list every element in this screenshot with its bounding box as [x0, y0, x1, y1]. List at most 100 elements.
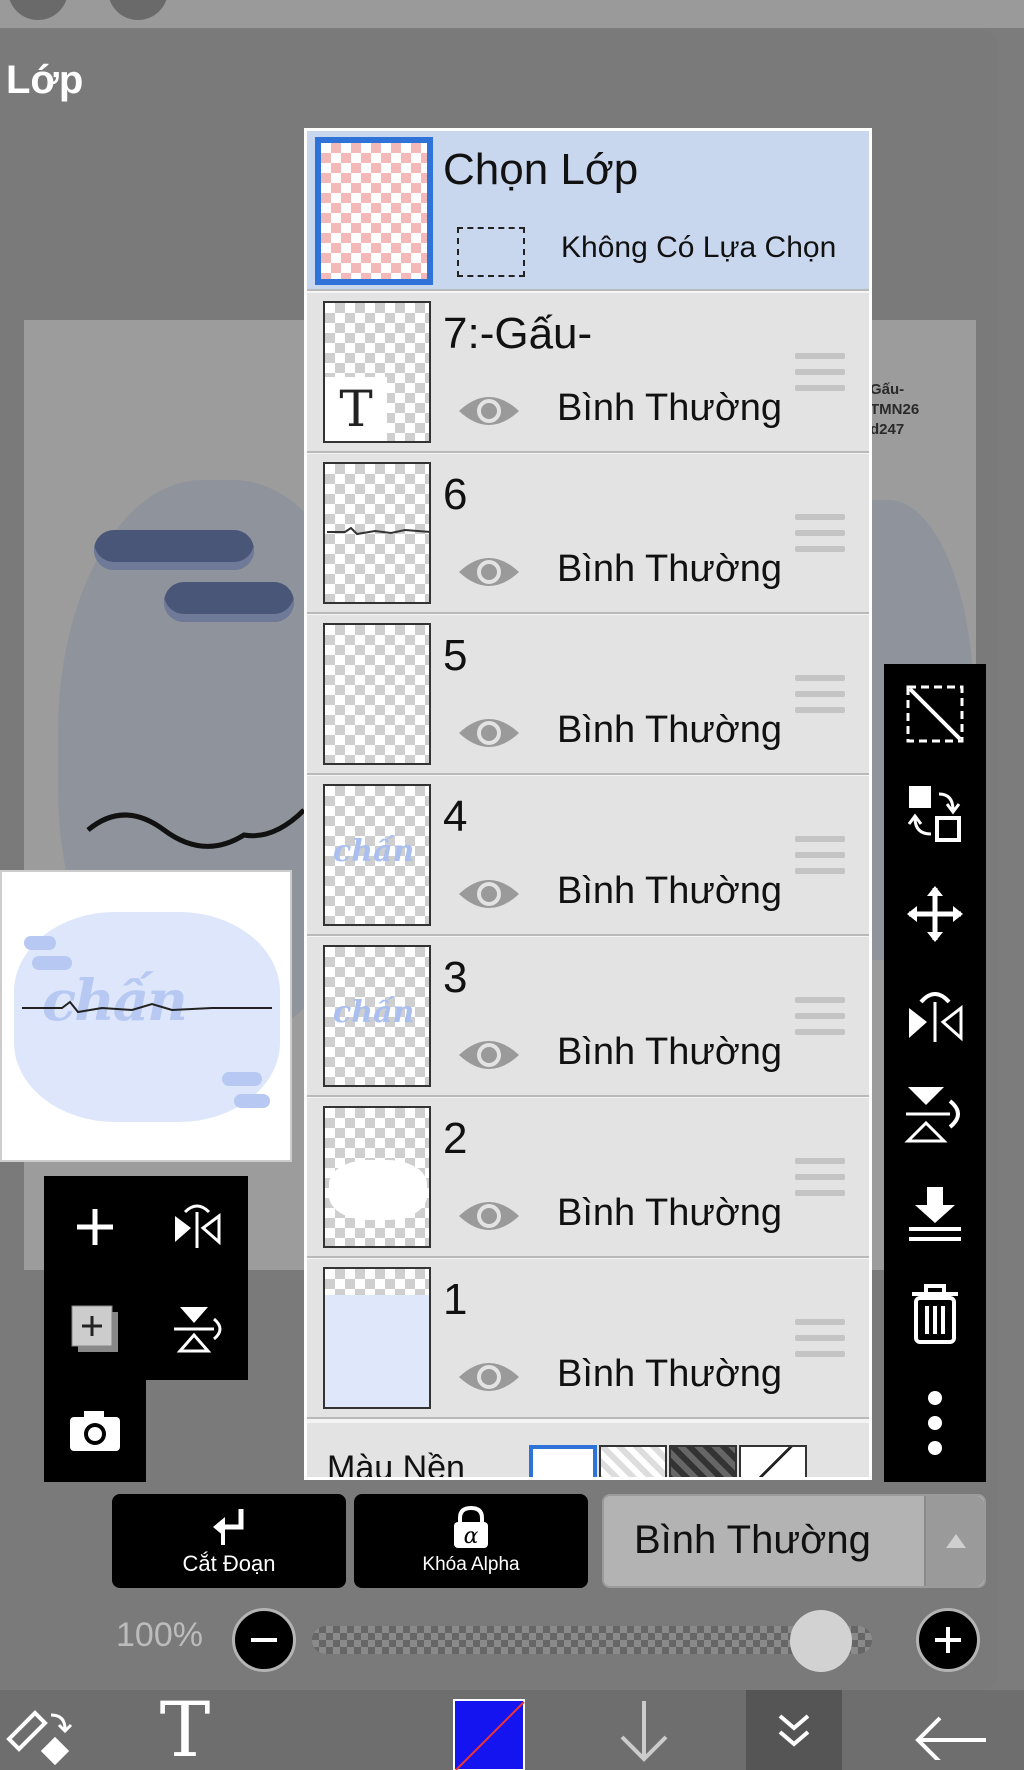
opacity-value: 100%: [116, 1616, 203, 1654]
flip-layer-horizontal-button[interactable]: [884, 964, 986, 1064]
back-button[interactable]: [900, 1690, 1000, 1770]
pen-eraser-button[interactable]: [0, 1690, 80, 1770]
drag-handle-icon[interactable]: [795, 836, 845, 882]
eye-icon[interactable]: [455, 389, 523, 433]
collapse-button[interactable]: [746, 1690, 842, 1770]
layer-thumbnail: [323, 1267, 431, 1409]
top-strip: [0, 0, 1024, 28]
move-button[interactable]: [884, 864, 986, 964]
eye-icon[interactable]: [455, 711, 523, 755]
trash-icon: [912, 1284, 958, 1344]
add-layer-copy-icon: [71, 1305, 118, 1352]
flip-vertical-icon: [904, 1087, 960, 1143]
flip-horizontal-button[interactable]: [146, 1176, 248, 1278]
text-tool-icon: T: [159, 1685, 211, 1770]
swap-icon: [907, 786, 961, 842]
selection-layer-title: Chọn Lớp: [443, 145, 639, 194]
more-options-button[interactable]: [884, 1364, 986, 1482]
swap-layer-button[interactable]: [884, 764, 986, 864]
layer-row[interactable]: chấn 4 Bình Thường: [307, 776, 869, 936]
layer-action-panel: [44, 1176, 248, 1380]
select-all-button[interactable]: [884, 664, 986, 764]
top-button-1[interactable]: [8, 0, 68, 20]
color-swatch-button[interactable]: [452, 1690, 526, 1770]
layer-row[interactable]: 1 Bình Thường: [307, 1259, 869, 1419]
eye-icon[interactable]: [455, 872, 523, 916]
layer-name: 1: [443, 1275, 468, 1324]
panel-title: Lớp: [6, 58, 84, 102]
background-color-row[interactable]: Màu Nền: [307, 1423, 869, 1477]
eye-icon[interactable]: [455, 1194, 523, 1238]
blend-mode-select[interactable]: Bình Thường: [602, 1494, 986, 1588]
blend-mode-dropdown[interactable]: [924, 1496, 984, 1586]
minus-icon: [251, 1638, 277, 1642]
download-button[interactable]: [604, 1690, 684, 1770]
line-thumb-art: [327, 526, 429, 536]
layer-blend-mode: Bình Thường: [557, 709, 783, 751]
layer-blend-mode: Bình Thường: [557, 548, 783, 590]
preview-pill: [222, 1072, 262, 1086]
triangle-up-icon: [946, 1534, 966, 1548]
flip-layer-vertical-button[interactable]: [884, 1064, 986, 1164]
layer-thumbnail: T: [323, 301, 431, 443]
layer-row[interactable]: T 7:-Gấu- Bình Thường: [307, 293, 869, 453]
layer-row[interactable]: 6 Bình Thường: [307, 454, 869, 614]
layer-row[interactable]: 2 Bình Thường: [307, 1098, 869, 1258]
background-dark-swatch[interactable]: [669, 1445, 737, 1477]
eye-icon[interactable]: [455, 550, 523, 594]
alpha-lock-button[interactable]: α Khóa Alpha: [354, 1494, 588, 1588]
text-layer-icon: T: [325, 377, 387, 441]
drag-handle-icon[interactable]: [795, 675, 845, 721]
top-button-2[interactable]: [108, 0, 168, 20]
lock-icon: α: [454, 1506, 488, 1549]
text-tool-button[interactable]: T: [140, 1690, 230, 1770]
delete-layer-button[interactable]: [884, 1264, 986, 1364]
drag-handle-icon[interactable]: [795, 1319, 845, 1365]
clipping-arrow-icon: [213, 1509, 244, 1545]
layer-blend-mode: Bình Thường: [557, 387, 783, 429]
artwork-squiggle: [86, 808, 306, 849]
artwork-pill: [94, 530, 254, 570]
selection-layer-thumbnail: [315, 137, 433, 285]
layer-name: 7:-Gấu-: [443, 309, 593, 358]
add-image-layer-button[interactable]: [44, 1278, 146, 1380]
layer-row[interactable]: 5 Bình Thường: [307, 615, 869, 775]
layer-name: 4: [443, 792, 468, 841]
drag-handle-icon[interactable]: [795, 1158, 845, 1204]
layer-name: 5: [443, 631, 468, 680]
drag-handle-icon[interactable]: [795, 514, 845, 560]
layer-blend-mode: Bình Thường: [557, 1192, 783, 1234]
merge-down-button[interactable]: [884, 1164, 986, 1264]
fill-thumb-art: [325, 1295, 429, 1407]
layer-blend-mode: Bình Thường: [557, 870, 783, 912]
selection-marquee-icon: [457, 227, 525, 277]
preview-pill: [234, 1094, 270, 1108]
background-none-swatch[interactable]: [739, 1445, 807, 1477]
arrow-down-icon: [620, 1701, 668, 1762]
layer-row[interactable]: chấn 3 Bình Thường: [307, 937, 869, 1097]
layer-thumbnail: [323, 623, 431, 765]
opacity-increase-button[interactable]: [916, 1608, 980, 1672]
opacity-decrease-button[interactable]: [232, 1608, 296, 1672]
artwork-pill: [164, 582, 294, 622]
drag-handle-icon[interactable]: [795, 353, 845, 399]
selection-layer-row[interactable]: Chọn Lớp Không Có Lựa Chọn: [307, 131, 869, 291]
drag-handle-icon[interactable]: [795, 997, 845, 1043]
cloud-thumb-art: [329, 1160, 427, 1220]
flip-vertical-button[interactable]: [146, 1278, 248, 1380]
opacity-slider[interactable]: [312, 1626, 872, 1654]
preview-pill: [24, 936, 56, 950]
camera-button[interactable]: [44, 1380, 146, 1482]
layer-name: 6: [443, 470, 468, 519]
background-white-swatch[interactable]: [529, 1445, 597, 1477]
opacity-slider-handle[interactable]: [790, 1610, 852, 1672]
layer-name: 2: [443, 1114, 468, 1163]
select-all-icon: [906, 685, 964, 743]
canvas-preview[interactable]: chấn: [0, 870, 292, 1162]
add-layer-button[interactable]: [44, 1176, 146, 1278]
clipping-button[interactable]: Cắt Đoạn: [112, 1494, 346, 1588]
more-vertical-icon: [928, 1391, 942, 1455]
eye-icon[interactable]: [455, 1033, 523, 1077]
background-transparent-swatch[interactable]: [599, 1445, 667, 1477]
eye-icon[interactable]: [455, 1355, 523, 1399]
